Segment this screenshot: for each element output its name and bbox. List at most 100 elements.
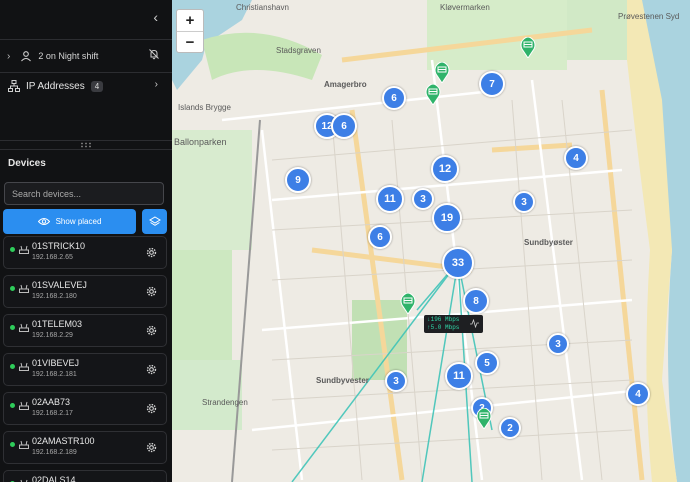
device-cluster[interactable]: 6: [331, 113, 357, 139]
map-label: Strandengen: [202, 398, 248, 407]
device-ip: 192.168.2.65: [32, 254, 73, 261]
eye-icon: [37, 218, 50, 225]
device-name: 01VIBEVEJ: [32, 358, 80, 368]
device-cluster[interactable]: 3: [412, 188, 434, 210]
zoom-control: + −: [176, 9, 204, 53]
bell-off-icon[interactable]: [148, 48, 160, 60]
device-cluster[interactable]: 19: [432, 203, 462, 233]
zoom-out-button[interactable]: −: [177, 32, 203, 53]
device-name: 02AAB73: [32, 397, 71, 407]
chevron-right-icon: ›: [154, 79, 158, 90]
gear-icon[interactable]: [146, 403, 157, 414]
device-cluster[interactable]: 4: [564, 146, 588, 170]
router-icon: [19, 440, 29, 449]
layers-button[interactable]: [142, 209, 167, 234]
status-dot: [10, 325, 15, 330]
status-dot: [10, 247, 15, 252]
device-row[interactable]: 01TELEM03 192.168.2.29: [3, 314, 167, 347]
ip-addresses-label: IP Addresses: [26, 80, 85, 92]
device-pin-icon[interactable]: [520, 37, 536, 58]
map-label: Islands Brygge: [178, 103, 231, 112]
ip-addresses-row[interactable]: IP Addresses 4 ›: [0, 73, 172, 99]
device-row[interactable]: 02AMASTR100 192.168.2.189: [3, 431, 167, 464]
map-label: Sundbyvester: [316, 376, 369, 385]
collapse-sidebar-icon[interactable]: ‹: [153, 9, 158, 25]
map-base: [172, 0, 690, 482]
chevron-right-icon: ›: [7, 50, 11, 62]
layers-icon: [148, 215, 161, 226]
map-label: Ballonparken: [174, 137, 227, 147]
device-cluster[interactable]: 12: [431, 155, 459, 183]
divider: [0, 149, 172, 150]
device-cluster[interactable]: 3: [547, 333, 569, 355]
devices-title: Devices: [8, 158, 46, 169]
device-pin-icon[interactable]: [400, 293, 416, 314]
gear-icon[interactable]: [146, 364, 157, 375]
device-row[interactable]: 02DALS14: [3, 470, 167, 482]
device-name: 01SVALEVEJ: [32, 280, 87, 290]
device-cluster[interactable]: 4: [626, 382, 650, 406]
divider: [0, 140, 172, 141]
device-cluster[interactable]: 8: [463, 288, 489, 314]
status-dot: [10, 442, 15, 447]
device-pin-icon[interactable]: [425, 84, 441, 105]
device-cluster[interactable]: 2: [499, 417, 521, 439]
device-name: 02AMASTR100: [32, 436, 95, 446]
device-ip: 192.168.2.189: [32, 449, 77, 456]
map[interactable]: Christianshavn Kløvermarken Stadsgraven …: [172, 0, 690, 482]
status-dot: [10, 403, 15, 408]
device-pin-icon[interactable]: [476, 408, 492, 429]
ip-count-badge: 4: [90, 80, 104, 92]
device-cluster[interactable]: 3: [513, 191, 535, 213]
device-cluster[interactable]: 11: [376, 185, 404, 213]
network-icon: [8, 80, 20, 92]
map-label: Sundbyøster: [524, 238, 573, 247]
device-ip: 192.168.2.180: [32, 293, 77, 300]
gear-icon[interactable]: [146, 286, 157, 297]
device-ip: 192.168.2.29: [32, 332, 73, 339]
device-cluster[interactable]: 11: [445, 362, 473, 390]
device-ip: 192.168.2.181: [32, 371, 77, 378]
device-cluster[interactable]: 3: [385, 370, 407, 392]
device-cluster[interactable]: 9: [285, 167, 311, 193]
night-shift-text: 2 on Night shift: [38, 51, 99, 61]
router-icon: [19, 401, 29, 410]
device-cluster[interactable]: 6: [382, 86, 406, 110]
device-cluster[interactable]: 6: [368, 225, 392, 249]
map-label: Stadsgraven: [276, 46, 321, 55]
search-devices-input[interactable]: [4, 182, 164, 205]
map-label: Christianshavn: [236, 3, 289, 12]
gear-icon[interactable]: [146, 247, 157, 258]
bandwidth-tooltip: ↓196 Mbps ↑5.0 Mbps: [424, 315, 483, 333]
sidebar: ‹ › 2 on Night shift IP Addresses 4 › De…: [0, 0, 173, 482]
device-row[interactable]: 01VIBEVEJ 192.168.2.181: [3, 353, 167, 386]
status-dot: [10, 286, 15, 291]
device-row[interactable]: 01SVALEVEJ 192.168.2.180: [3, 275, 167, 308]
map-label: Prøvestenen Syd: [618, 12, 680, 21]
person-icon: [21, 51, 32, 62]
device-name: 02DALS14: [32, 475, 76, 482]
device-ip: 192.168.2.17: [32, 410, 73, 417]
router-icon: [19, 323, 29, 332]
resize-handle-icon[interactable]: [80, 142, 92, 148]
map-label: Amagerbro: [324, 80, 367, 89]
device-row[interactable]: 01STRICK10 192.168.2.65: [3, 236, 167, 269]
show-placed-button[interactable]: Show placed: [3, 209, 136, 234]
device-cluster[interactable]: 5: [475, 351, 499, 375]
status-dot: [10, 364, 15, 369]
night-shift-row[interactable]: › 2 on Night shift: [0, 40, 172, 72]
map-label: Kløvermarken: [440, 3, 490, 12]
show-placed-label: Show placed: [55, 217, 102, 226]
device-pin-icon[interactable]: [434, 62, 450, 83]
activity-icon: [470, 319, 479, 328]
device-row[interactable]: 02AAB73 192.168.2.17: [3, 392, 167, 425]
gear-icon[interactable]: [146, 442, 157, 453]
router-icon: [19, 362, 29, 371]
router-icon: [19, 284, 29, 293]
device-cluster[interactable]: 33: [442, 247, 474, 279]
device-name: 01TELEM03: [32, 319, 83, 329]
device-cluster[interactable]: 7: [479, 71, 505, 97]
gear-icon[interactable]: [146, 325, 157, 336]
zoom-in-button[interactable]: +: [177, 10, 203, 32]
router-icon: [19, 245, 29, 254]
